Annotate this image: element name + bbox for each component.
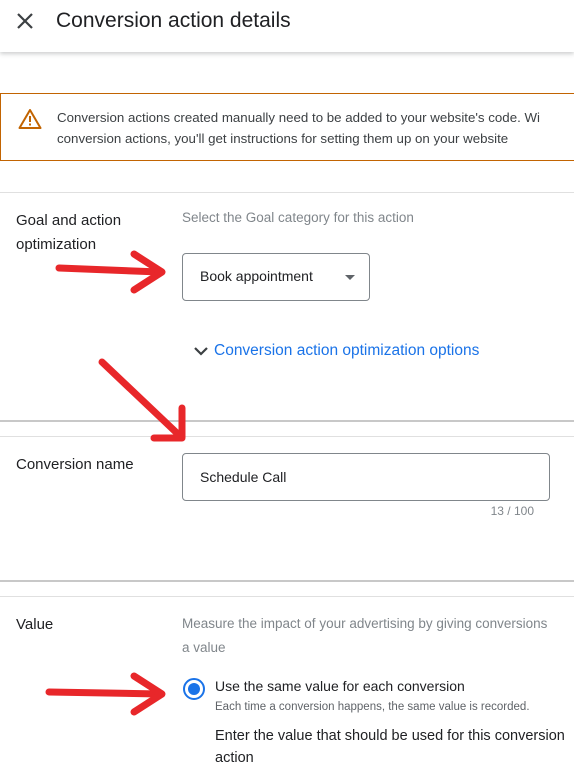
dialog-header: Conversion action details bbox=[0, 0, 574, 52]
conversion-name-label: Conversion name bbox=[16, 456, 134, 473]
section-divider bbox=[0, 192, 574, 193]
annotation-arrow-icon bbox=[45, 672, 166, 716]
section-divider bbox=[0, 596, 574, 597]
section-divider bbox=[0, 420, 574, 422]
close-icon bbox=[17, 13, 33, 29]
warning-icon bbox=[18, 109, 42, 129]
annotation-arrow-icon bbox=[55, 250, 166, 294]
conversion-name-input[interactable] bbox=[182, 453, 550, 501]
warning-banner: Conversion actions created manually need… bbox=[0, 93, 574, 161]
goal-category-dropdown[interactable]: Book appointment bbox=[182, 253, 370, 301]
caret-down-icon bbox=[345, 275, 355, 280]
optimization-options-label: Conversion action optimization options bbox=[214, 342, 480, 359]
close-button[interactable] bbox=[12, 8, 38, 34]
value-helper-text: Measure the impact of your advertising b… bbox=[182, 616, 548, 655]
value-section-label: Value bbox=[16, 616, 54, 633]
same-value-radio[interactable] bbox=[183, 678, 205, 700]
section-divider bbox=[0, 436, 574, 437]
warning-text: Conversion actions created manually need… bbox=[57, 110, 540, 146]
char-counter: 13 / 100 bbox=[490, 504, 534, 518]
same-value-description: Each time a conversion happens, the same… bbox=[215, 701, 530, 713]
chevron-down-icon bbox=[194, 347, 208, 356]
goal-helper-text: Select the Goal category for this action bbox=[182, 210, 414, 225]
dropdown-selected-value: Book appointment bbox=[200, 268, 313, 284]
annotation-arrow-icon bbox=[98, 358, 186, 442]
same-value-radio-label[interactable]: Use the same value for each conversion bbox=[215, 678, 465, 694]
section-divider bbox=[0, 580, 574, 582]
page-title: Conversion action details bbox=[56, 9, 291, 32]
value-instruction-text: Enter the value that should be used for … bbox=[215, 728, 565, 766]
